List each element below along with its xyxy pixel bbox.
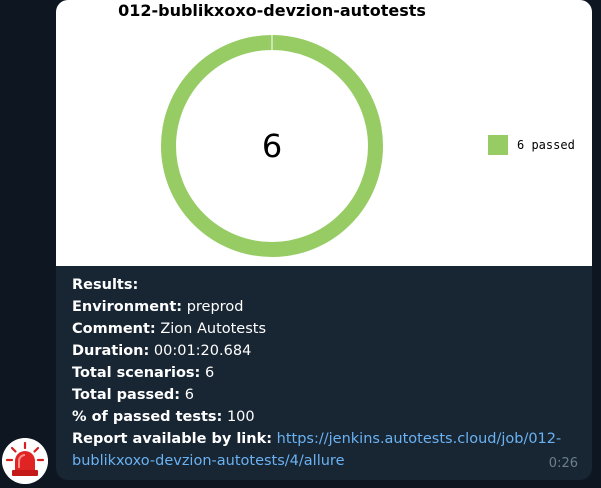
- report-label: Report available by link:: [72, 431, 273, 447]
- donut-chart: 6: [161, 35, 383, 257]
- environment-line: Environment: preprod: [72, 296, 572, 318]
- total-passed-line: Total passed: 6: [72, 384, 572, 406]
- duration-line: Duration: 00:01:20.684: [72, 340, 572, 362]
- duration-label: Duration:: [72, 343, 150, 359]
- chart-image[interactable]: 012-bublikxoxo-devzion-autotests 6 6 pas…: [56, 0, 592, 266]
- message-text: Results: Environment: preprod Comment: Z…: [72, 274, 572, 472]
- legend-swatch-passed: [488, 135, 508, 155]
- total-scenarios-label: Total scenarios:: [72, 365, 201, 381]
- percent-passed-line: % of passed tests: 100: [72, 406, 572, 428]
- comment-label: Comment:: [72, 321, 156, 337]
- environment-value: preprod: [182, 299, 244, 315]
- message-time: 0:26: [548, 456, 578, 471]
- chart-legend: 6 passed: [488, 134, 575, 156]
- avatar[interactable]: [2, 438, 48, 484]
- siren-icon: [2, 438, 48, 484]
- comment-value: Zion Autotests: [155, 321, 267, 337]
- results-heading: Results:: [72, 277, 139, 293]
- percent-passed-value: 100: [222, 409, 255, 425]
- comment-line: Comment: Zion Autotests: [72, 318, 572, 340]
- report-line: Report available by link: https://jenkin…: [72, 428, 572, 472]
- legend-label-passed: 6 passed: [517, 138, 575, 152]
- environment-label: Environment:: [72, 299, 183, 315]
- message-bubble: 012-bublikxoxo-devzion-autotests 6 6 pas…: [56, 0, 592, 480]
- total-scenarios-value: 6: [200, 365, 215, 381]
- duration-value: 00:01:20.684: [149, 343, 252, 359]
- total-passed-label: Total passed:: [72, 387, 181, 403]
- total-passed-value: 6: [180, 387, 194, 403]
- donut-center-value: 6: [262, 127, 282, 165]
- percent-passed-label: % of passed tests:: [72, 409, 223, 425]
- total-scenarios-line: Total scenarios: 6: [72, 362, 572, 384]
